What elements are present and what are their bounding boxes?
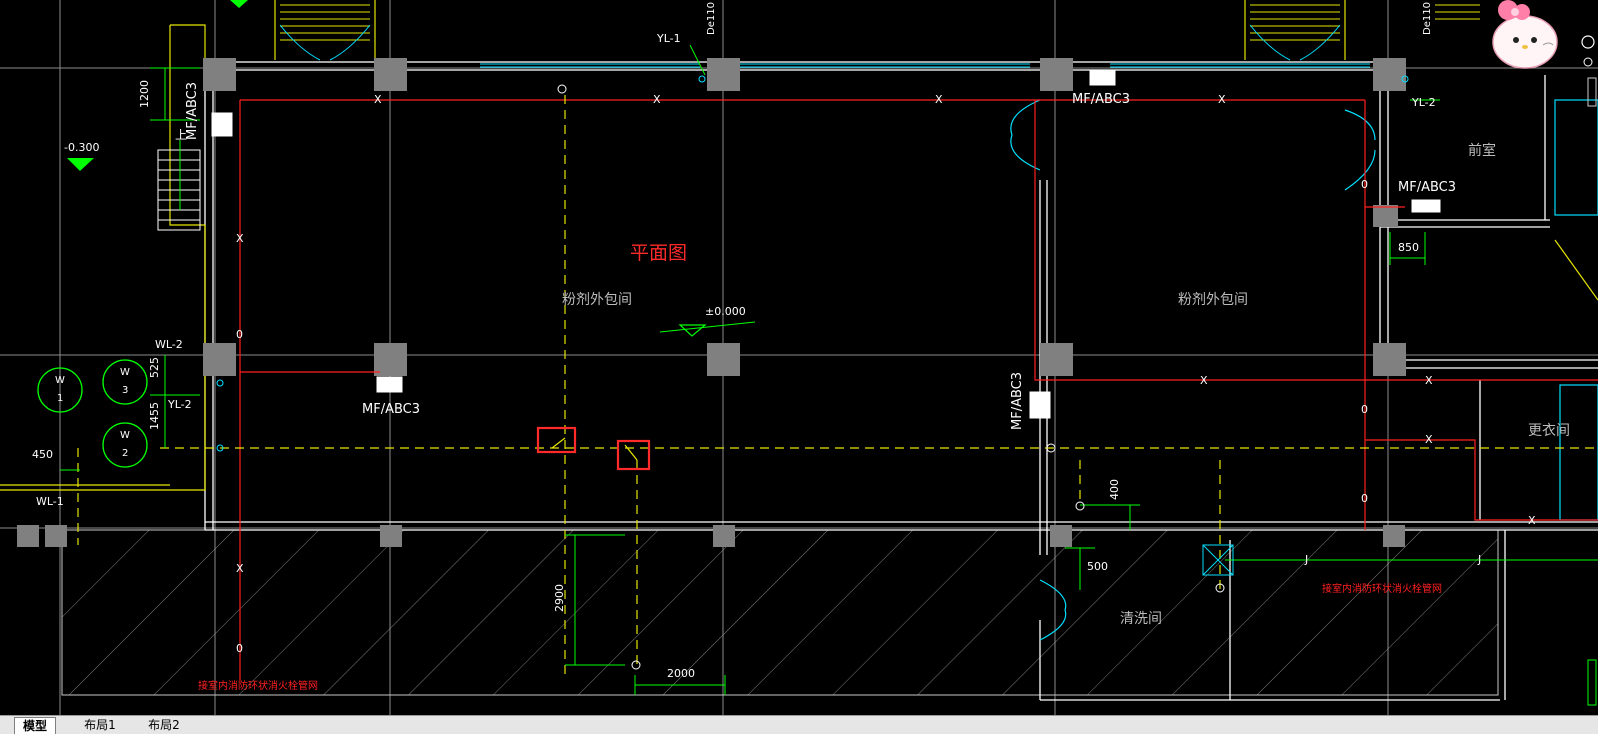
tab-layout-1[interactable]: 布局1 bbox=[72, 717, 128, 733]
room-label-anteroom: 前室 bbox=[1468, 143, 1496, 159]
extinguisher-label-3: MF/ABC3 bbox=[1072, 92, 1131, 107]
pipe-label-yl2-left: YL-2 bbox=[168, 398, 192, 411]
zero-marker: 0 bbox=[1361, 492, 1368, 505]
level-minus-label: -0.300 bbox=[64, 141, 100, 154]
extinguisher-label-5: MF/ABC3 bbox=[1010, 371, 1025, 430]
pipe-label-de110-b: De110 bbox=[1422, 2, 1433, 35]
zero-marker: 0 bbox=[1361, 403, 1368, 416]
x-marker: X bbox=[374, 93, 382, 106]
dim-400: 400 bbox=[1108, 479, 1121, 500]
level-markers bbox=[67, 0, 707, 337]
drawing-title: 平面图 bbox=[630, 242, 688, 264]
dim-850: 850 bbox=[1398, 241, 1419, 254]
stair-up-label: 上 bbox=[175, 128, 188, 142]
extinguisher-label-2: MF/ABC3 bbox=[362, 402, 421, 417]
pipe-label-wl1: WL-1 bbox=[36, 495, 64, 508]
x-marker: X bbox=[1425, 374, 1433, 387]
x-marker: X bbox=[1425, 433, 1433, 446]
note-bottom-right: 接室内消防环状消火栓管网 bbox=[1322, 584, 1442, 595]
cad-drawing-canvas[interactable]: 平面图 粉剂外包间 粉剂外包间 前室 更衣间 清洗间 MF/ABC3 MF/AB… bbox=[0, 0, 1598, 715]
room-label-left: 粉剂外包间 bbox=[562, 292, 632, 308]
zero-marker: 0 bbox=[1361, 178, 1368, 191]
well-3-letter: W bbox=[120, 367, 130, 378]
x-marker: X bbox=[236, 232, 244, 245]
x-marker: X bbox=[1218, 93, 1226, 106]
dim-1200: 1200 bbox=[138, 80, 151, 108]
pipe-label-yl1: YL-1 bbox=[657, 32, 681, 45]
extinguisher-label-1: MF/ABC3 bbox=[185, 81, 200, 140]
room-label-washing: 清洗间 bbox=[1120, 611, 1162, 627]
dim-2000: 2000 bbox=[667, 667, 695, 680]
j-marker: J bbox=[1478, 553, 1482, 566]
pipe-label-yl2-top: YL-2 bbox=[1412, 96, 1436, 109]
zero-marker: 0 bbox=[236, 642, 243, 655]
dim-450: 450 bbox=[32, 448, 53, 461]
pipe-label-de110-a: De110 bbox=[706, 2, 717, 35]
room-label-right: 粉剂外包间 bbox=[1178, 292, 1248, 308]
dim-500: 500 bbox=[1087, 560, 1108, 573]
layout-tab-bar: 模型 布局1 布局2 bbox=[0, 715, 1598, 734]
user-avatar-sticker bbox=[1488, 0, 1562, 74]
level-zero-label: ±0.000 bbox=[705, 305, 746, 318]
pipe-label-wl2: WL-2 bbox=[155, 338, 183, 351]
zero-marker: 0 bbox=[236, 328, 243, 341]
dim-1455: 1455 bbox=[148, 402, 161, 430]
hatched-slab bbox=[62, 530, 1498, 695]
well-2-number: 2 bbox=[122, 448, 129, 459]
well-1-letter: W bbox=[55, 375, 65, 386]
dim-525: 525 bbox=[148, 357, 161, 378]
x-marker: X bbox=[935, 93, 943, 106]
tab-layout-2[interactable]: 布局2 bbox=[136, 717, 192, 733]
viewport-side-strip bbox=[1566, 0, 1598, 715]
j-marker: J bbox=[1305, 553, 1309, 566]
louver-swings bbox=[279, 24, 1341, 61]
dim-2900: 2900 bbox=[553, 584, 566, 612]
x-marker: X bbox=[1528, 514, 1536, 527]
louvers bbox=[280, 4, 1480, 41]
x-marker: X bbox=[653, 93, 661, 106]
x-marker: X bbox=[236, 562, 244, 575]
well-1-number: 1 bbox=[57, 393, 64, 404]
x-marker: X bbox=[1200, 374, 1208, 387]
windows bbox=[480, 63, 1370, 68]
room-label-changing: 更衣间 bbox=[1528, 423, 1570, 439]
note-bottom-left: 接室内消防环状消火栓管网 bbox=[198, 681, 318, 692]
well-2-letter: W bbox=[120, 430, 130, 441]
well-3-number: 3 bbox=[122, 385, 129, 396]
floor-plan-svg[interactable] bbox=[0, 0, 1598, 715]
extinguisher-label-4: MF/ABC3 bbox=[1398, 180, 1457, 195]
tab-model[interactable]: 模型 bbox=[14, 717, 56, 734]
stair bbox=[157, 140, 201, 231]
